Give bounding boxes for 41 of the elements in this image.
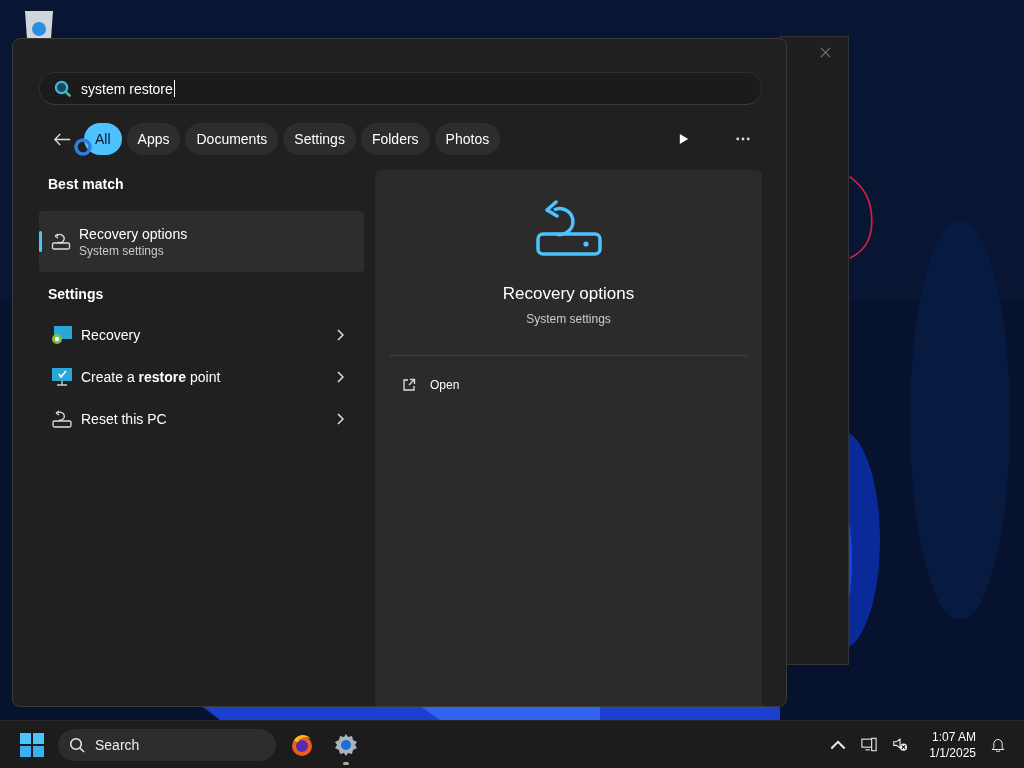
filter-tab[interactable]: Settings	[283, 123, 356, 155]
settings-result[interactable]: Reset this PC	[39, 398, 364, 440]
section-heading: Best match	[47, 175, 125, 194]
filter-tab[interactable]: Apps	[126, 123, 181, 155]
search-icon	[69, 736, 85, 753]
clock-date[interactable]: 1/1/2025	[929, 744, 976, 761]
back-arrow-icon[interactable]	[53, 131, 71, 147]
close-icon[interactable]	[820, 47, 831, 58]
filter-tab[interactable]: All	[84, 123, 122, 155]
taskbar-search-field[interactable]: Search	[58, 728, 276, 761]
gear-icon[interactable]	[334, 732, 358, 757]
settings-result[interactable]: Create a restore point	[39, 356, 364, 398]
speaker-muted-icon[interactable]	[892, 737, 909, 752]
external-link-icon	[402, 378, 416, 392]
filter-tab[interactable]: Folders	[360, 123, 430, 155]
section-heading: Settings	[47, 285, 105, 304]
more-icon[interactable]	[736, 137, 750, 141]
network-monitor-icon[interactable]	[861, 737, 878, 752]
preview-subtitle: System settings	[526, 312, 611, 326]
windows-logo-icon[interactable]	[20, 732, 44, 757]
drive-restore-icon	[51, 232, 71, 251]
best-match-item[interactable]: Recovery options System settings	[39, 211, 364, 272]
search-icon	[54, 80, 71, 97]
clock-time[interactable]: 1:07 AM	[931, 728, 976, 745]
ring-icon	[73, 137, 93, 157]
notification-bell-icon[interactable]	[990, 737, 1006, 752]
filter-tab[interactable]: Photos	[434, 123, 501, 155]
chevron-right-icon	[336, 413, 344, 425]
monitor-icon	[51, 325, 73, 345]
drive-restore-icon	[51, 409, 73, 429]
open-action[interactable]: Open	[390, 356, 747, 414]
monitor-icon	[51, 367, 73, 387]
filter-tab[interactable]: Documents	[185, 123, 279, 155]
preview-title: Recovery options	[502, 284, 635, 304]
play-icon[interactable]	[679, 133, 689, 145]
query-field[interactable]: system restore	[39, 72, 762, 105]
chevron-right-icon	[336, 371, 344, 383]
browser-icon[interactable]	[290, 732, 314, 757]
settings-result[interactable]: Recovery	[39, 314, 364, 356]
chevron-right-icon	[336, 329, 344, 341]
drive-restore-icon	[535, 200, 602, 258]
